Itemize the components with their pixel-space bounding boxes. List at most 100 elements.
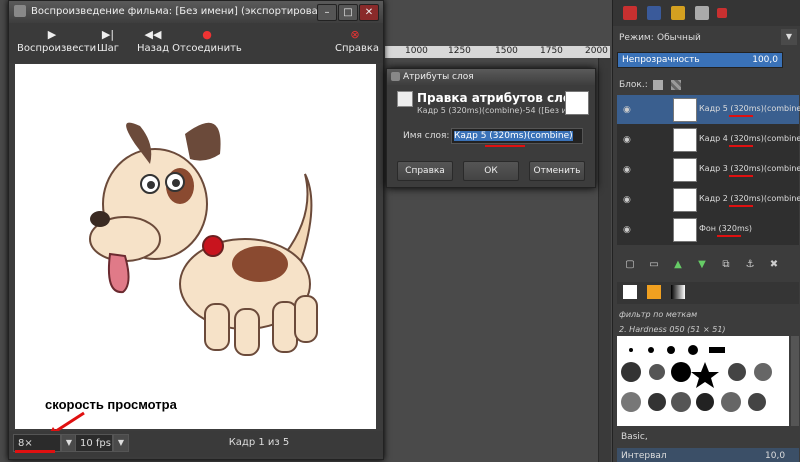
list-item[interactable]: ◉ Кадр 3 (320ms)(combine) (617, 155, 800, 184)
new-layer-icon[interactable]: ▢ (623, 258, 637, 272)
tab-patterns[interactable] (647, 285, 661, 299)
tab-colors[interactable] (717, 8, 727, 18)
tab-layers[interactable] (623, 6, 637, 20)
close-button[interactable]: ✕ (359, 4, 379, 21)
tab-gradients[interactable] (671, 285, 685, 299)
edit-icon (397, 91, 413, 107)
canvas-scrollbar[interactable] (598, 58, 611, 462)
speed-annotation: скорость просмотра (45, 397, 177, 412)
layer-name: Фон (320ms) (699, 224, 753, 233)
dialog-ok-button[interactable]: ОК (463, 161, 519, 181)
layer-thumbnail (673, 188, 697, 212)
brush-tabs (617, 282, 799, 304)
step-button[interactable]: ▶| Шаг (93, 27, 123, 61)
opacity-value: 100,0 (752, 55, 778, 65)
horizontal-ruler: 1000 1250 1500 1750 2000 (385, 46, 610, 58)
brush-grid[interactable] (617, 336, 789, 426)
playback-statusbar: 8× ▼ 10 fps ▼ Кадр 1 из 5 (9, 431, 383, 457)
layers-list: ◉ Кадр 5 (320ms)(combine) ◉ Кадр 4 (320m… (617, 95, 800, 245)
step-forward-icon: ▶| (101, 28, 115, 41)
tab-undo[interactable] (671, 6, 685, 20)
layers-dock: Режим: Обычный ▼ Непрозрачность 100,0 Бл… (612, 0, 800, 462)
name-underline (485, 145, 525, 147)
layer-name: Кадр 2 (320ms)(combine) (699, 194, 800, 203)
minimize-button[interactable]: – (317, 4, 337, 21)
list-item[interactable]: ◉ Кадр 4 (320ms)(combine) (617, 125, 800, 154)
detach-label: Отсоединить (172, 43, 242, 54)
dog-image (89, 122, 318, 356)
ruler-tick: 1500 (495, 46, 518, 56)
dialog-cancel-button[interactable]: Отменить (529, 161, 585, 181)
layer-thumbnail (673, 158, 697, 182)
dialog-titlebar[interactable]: Атрибуты слоя (387, 69, 595, 85)
list-item[interactable]: ◉ Фон (320ms) (617, 215, 799, 244)
help-button[interactable]: ⊗ Справка (335, 27, 379, 61)
ruler-tick: 1750 (540, 46, 563, 56)
layer-name-value: Кадр 5 (320ms)(combine) (454, 131, 573, 141)
mode-select[interactable]: Обычный (657, 33, 701, 43)
interval-label: Интервал (621, 451, 667, 461)
eye-icon[interactable]: ◉ (623, 165, 631, 175)
lock-label: Блок.: (619, 80, 648, 90)
underline-mark (729, 115, 753, 117)
eye-icon[interactable]: ◉ (623, 225, 631, 235)
interval-value: 10,0 (765, 451, 786, 461)
tab-brushes[interactable] (623, 285, 637, 299)
layer-actions: ▢ ▭ ▲ ▼ ⧉ ⚓ ✖ (617, 258, 799, 274)
brush-scrollbar[interactable] (791, 336, 799, 426)
layer-thumbnail (673, 98, 697, 122)
brush-preset[interactable]: Basic, (621, 432, 648, 442)
layer-name-input[interactable]: Кадр 5 (320ms)(combine) (451, 128, 583, 144)
underline-mark (717, 235, 741, 237)
app-icon (14, 5, 26, 17)
list-item[interactable]: ◉ Кадр 2 (320ms)(combine) (617, 185, 800, 214)
dialog-subtitle: Кадр 5 (320ms)(combine)-54 ([Без ими... (417, 106, 586, 115)
maximize-button[interactable]: □ (338, 4, 358, 21)
underline-mark (729, 175, 753, 177)
tab-channels[interactable] (647, 6, 661, 20)
back-button[interactable]: ◀◀ Назад (135, 27, 171, 61)
chevron-down-icon[interactable]: ▼ (113, 434, 129, 452)
underline-mark (729, 145, 753, 147)
lower-icon[interactable]: ▼ (695, 258, 709, 272)
detach-icon: ● (202, 28, 212, 41)
delete-icon[interactable]: ✖ (767, 258, 781, 272)
back-label: Назад (136, 43, 169, 54)
raise-icon[interactable]: ▲ (671, 258, 685, 272)
ruler-tick: 1250 (448, 46, 471, 56)
brush-name: 2. Hardness 050 (51 × 51) (619, 325, 726, 334)
playback-titlebar[interactable]: Воспроизведение фильма: [Без имени] (экс… (9, 1, 383, 23)
tab-paths[interactable] (695, 6, 709, 20)
anchor-icon[interactable]: ⚓ (743, 258, 757, 272)
layer-name: Кадр 4 (320ms)(combine) (699, 134, 800, 143)
duplicate-icon[interactable]: ⧉ (719, 258, 733, 272)
dialog-help-button[interactable]: Справка (397, 161, 453, 181)
playback-title: Воспроизведение фильма: [Без имени] (экс… (31, 6, 335, 17)
eye-icon[interactable]: ◉ (623, 105, 631, 115)
ruler-tick: 2000 (585, 46, 608, 56)
detach-button[interactable]: ● Отсоединить (169, 27, 245, 61)
fps-combo[interactable]: 10 fps (75, 434, 113, 452)
help-icon: ⊗ (350, 28, 360, 41)
list-item[interactable]: ◉ Кадр 5 (320ms)(combine) (617, 95, 800, 124)
eye-icon[interactable]: ◉ (623, 135, 631, 145)
layer-name: Кадр 3 (320ms)(combine) (699, 164, 800, 173)
alpha-lock-icon[interactable] (671, 80, 681, 90)
opacity-slider[interactable]: Непрозрачность 100,0 (617, 52, 783, 68)
play-button[interactable]: ▶ Воспроизвести (17, 27, 96, 61)
brush-lock-icon[interactable] (653, 80, 663, 90)
new-group-icon[interactable]: ▭ (647, 258, 661, 272)
ruler-tick: 1000 (405, 46, 428, 56)
layer-name: Кадр 5 (320ms)(combine) (699, 104, 800, 113)
speed-underline (15, 450, 55, 453)
brush-filter-input[interactable]: фильтр по меткам (619, 310, 697, 319)
play-label: Воспроизвести (17, 43, 97, 54)
layer-thumbnail (673, 218, 697, 242)
layer-thumbnail (565, 91, 589, 115)
eye-icon[interactable]: ◉ (623, 195, 631, 205)
mode-label: Режим: (619, 33, 654, 43)
chevron-down-icon[interactable]: ▼ (781, 29, 797, 45)
opacity-label: Непрозрачность (622, 55, 700, 65)
layer-attributes-dialog: Атрибуты слоя Правка атрибутов слоя Кадр… (386, 68, 596, 188)
dialog-title: Атрибуты слоя (403, 72, 474, 82)
